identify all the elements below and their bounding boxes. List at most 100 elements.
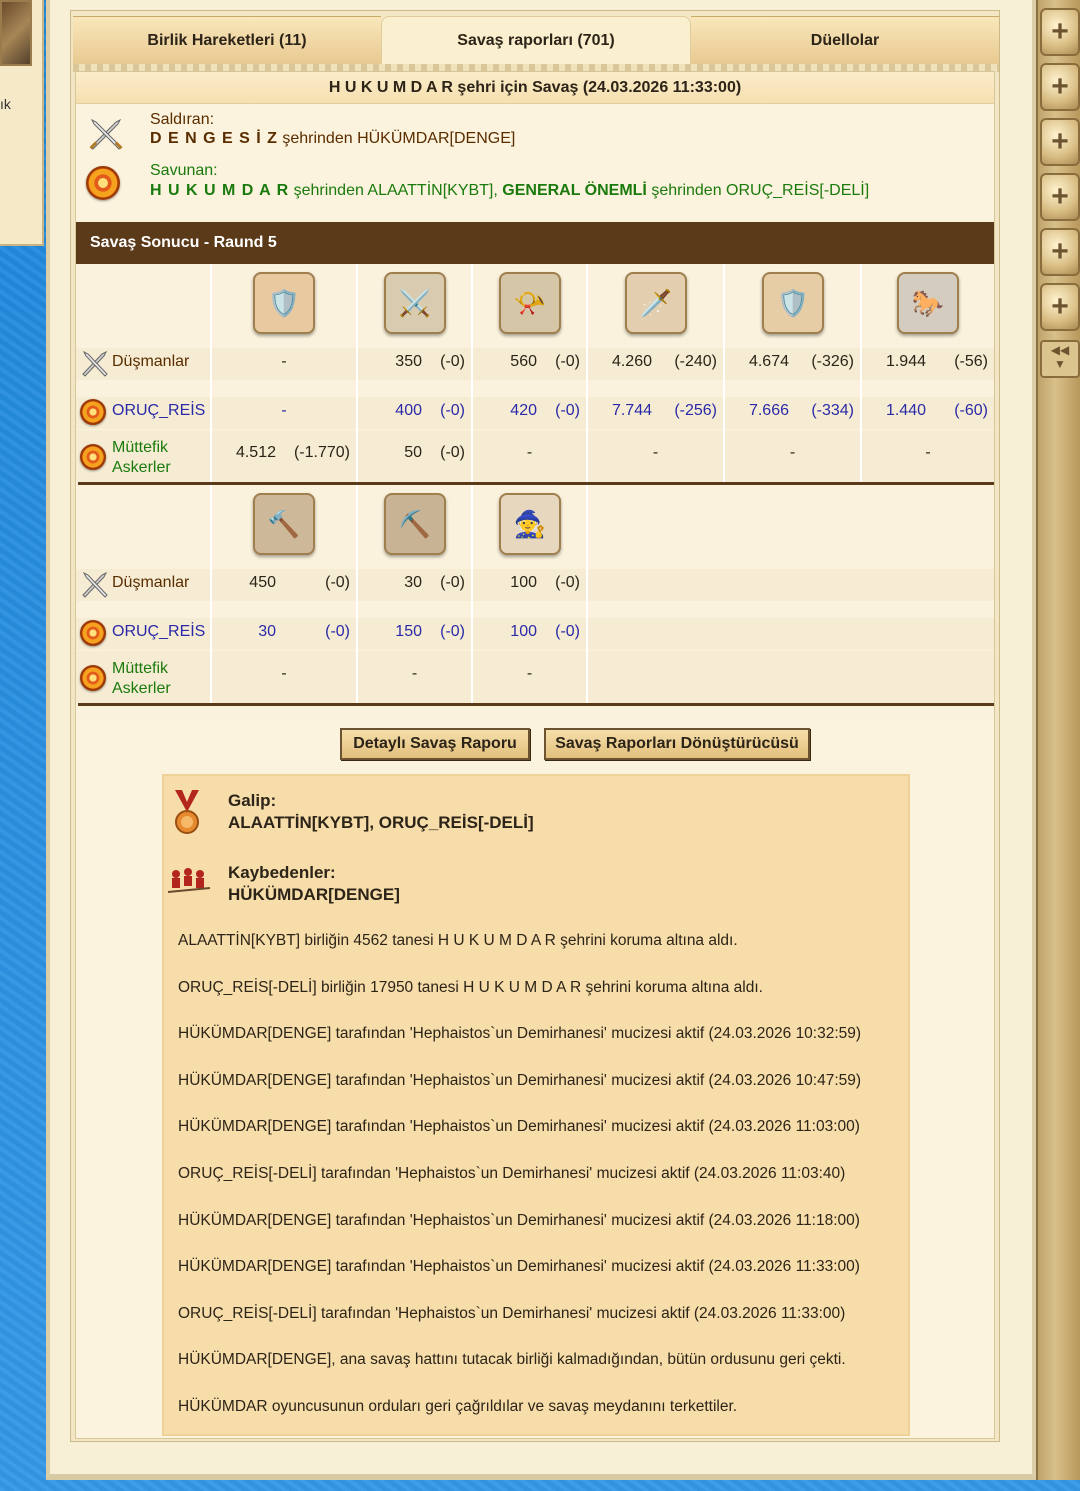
attacker-city-link[interactable]: D E N G E S İ Z (150, 130, 278, 147)
player-loss: (-0) (440, 623, 465, 640)
unit-portrait[interactable]: 🔨 (253, 493, 315, 555)
defender-player2-text[interactable]: şehrinden ORUÇ_REİS[-DELİ] (647, 182, 869, 199)
allies-row-label-line2: Askerler (112, 680, 171, 697)
allies-loss: (-0) (440, 444, 465, 461)
plus-icon: + (1051, 70, 1069, 103)
enemies-loss: (-0) (440, 353, 465, 370)
enemies-count: 1.944 (885, 353, 926, 370)
player-loss: (-334) (811, 402, 854, 419)
sidebar-plus-button[interactable]: + (1040, 63, 1080, 111)
block-divider (78, 703, 994, 706)
enemies-loss: (-0) (555, 353, 580, 370)
unit-portrait[interactable]: 🗡️ (625, 272, 687, 334)
plus-icon: + (1051, 235, 1069, 268)
enemies-loss: (-56) (954, 353, 988, 370)
allies-count: - (526, 444, 533, 461)
battle-log-line: ORUÇ_REİS[-DELİ] tarafından 'Hephaistos`… (178, 1304, 846, 1322)
report-window-inner: Birlik Hareketleri (11) Savaş raporları … (70, 10, 1000, 1442)
player-loss: (-0) (440, 402, 465, 419)
crossed-swords-icon (86, 114, 123, 150)
medal-icon (172, 790, 202, 836)
unit-portrait[interactable]: 🛡️ (762, 272, 824, 334)
enemies-count: 450 (249, 574, 276, 591)
allies-count: 4.512 (235, 444, 276, 461)
battle-log-line: ALAATTİN[KYBT] birliğin 4562 tanesi H U … (178, 932, 738, 949)
title-text: şehri için Savaş (24.03.2026 11:33:00) (452, 79, 742, 96)
detailed-report-button[interactable]: Detaylı Savaş Raporu (340, 728, 530, 760)
enemies-loss: (-326) (811, 353, 854, 370)
tab-battle-reports[interactable]: Savaş raporları (701) (381, 16, 691, 64)
tab-duels[interactable]: Düellolar (691, 16, 999, 64)
defender-heading: Savunan: (150, 162, 218, 179)
player-row-label[interactable]: ORUÇ_REİS (112, 623, 205, 641)
left-panel: ık (0, 0, 44, 246)
allies-row-label-line1: Müttefik (112, 660, 169, 677)
unit-portrait[interactable]: ⛏️ (384, 493, 446, 555)
player-loss: (-0) (555, 623, 580, 640)
sidebar-plus-button[interactable]: + (1040, 118, 1080, 166)
enemies-count: 4.674 (748, 353, 789, 370)
allies-count: - (925, 444, 931, 461)
battle-log-line: HÜKÜMDAR[DENGE] tarafından 'Hephaistos`u… (178, 1258, 860, 1276)
attacker-section: Saldıran: D E N G E S İ Z şehrinden HÜKÜ… (76, 106, 994, 158)
crossed-swords-icon (80, 569, 110, 599)
sidebar-plus-button[interactable]: + (1040, 228, 1080, 276)
attacker-heading: Saldıran: (150, 111, 215, 128)
winner-heading: Galip: (228, 791, 277, 810)
player-loss: (-0) (555, 402, 580, 419)
right-sidebar: + + + + + + ◀◀ ▼ (1036, 0, 1080, 1480)
report-window: Birlik Hareketleri (11) Savaş raporları … (46, 0, 1036, 1480)
unit-portrait[interactable]: 🧙 (499, 493, 561, 555)
player-count: 7.744 (611, 402, 652, 419)
allies-row-label-line2: Askerler (112, 459, 171, 476)
unit-portrait[interactable]: 📯 (499, 272, 561, 334)
double-chevron-left-icon: ◀◀ ▼ (1050, 343, 1070, 371)
player-loss: (-0) (325, 623, 350, 640)
attacker-player-text[interactable]: şehrinden HÜKÜMDAR[DENGE] (278, 130, 515, 147)
enemies-loss: (-0) (325, 574, 350, 591)
defender-shield-icon (86, 166, 122, 202)
player-loss: (-60) (954, 402, 988, 419)
allies-count: - (652, 444, 659, 461)
title-city[interactable]: H U K U M D A R (329, 79, 453, 96)
plus-icon: + (1051, 125, 1069, 158)
battle-log-line: HÜKÜMDAR[DENGE] tarafından 'Hephaistos`u… (178, 1071, 862, 1089)
city-thumbnail[interactable] (0, 0, 32, 66)
player-count: 30 (258, 623, 276, 640)
battle-report: H U K U M D A R şehri için Savaş (24.03.… (75, 71, 995, 1439)
plus-icon: + (1051, 15, 1069, 48)
allies-shield-icon (80, 665, 106, 691)
battle-log-line: HÜKÜMDAR[DENGE] tarafından 'Hephaistos`u… (178, 1118, 860, 1136)
defender-city-link[interactable]: H U K U M D A R (150, 182, 289, 199)
allies-count: - (526, 665, 533, 682)
battle-log-line: HÜKÜMDAR[DENGE] tarafından 'Hephaistos`u… (178, 1025, 862, 1043)
enemies-row-label: Düşmanlar (112, 353, 190, 370)
sidebar-collapse-button[interactable]: ◀◀ ▼ (1040, 340, 1080, 378)
enemies-loss: (-240) (674, 353, 717, 370)
defender-player-text[interactable]: şehrinden ALAATTİN[KYBT], (289, 182, 502, 199)
allies-count: - (789, 444, 796, 461)
allies-count: - (411, 665, 418, 682)
enemies-row-label: Düşmanlar (112, 574, 190, 591)
unit-portrait[interactable]: 🛡️ (253, 272, 315, 334)
result-bar: Savaş Sonucu - Raund 5 (76, 222, 994, 264)
loser-heading: Kaybedenler: (228, 863, 336, 882)
sidebar-plus-button[interactable]: + (1040, 8, 1080, 56)
sidebar-plus-button[interactable]: + (1040, 173, 1080, 221)
battle-log-line: HÜKÜMDAR[DENGE] tarafından 'Hephaistos`u… (178, 1211, 860, 1229)
loser-names: HÜKÜMDAR[DENGE] (228, 885, 400, 904)
allies-shield-icon (80, 444, 106, 470)
player-row-label[interactable]: ORUÇ_REİS (112, 402, 205, 420)
unit-portrait[interactable]: 🐎 (897, 272, 959, 334)
unit-portrait[interactable]: ⚔️ (384, 272, 446, 334)
sidebar-plus-button[interactable]: + (1040, 283, 1080, 331)
player-count: - (281, 402, 287, 419)
report-converter-button[interactable]: Savaş Raporları Dönüştürücüsü (544, 728, 810, 760)
tab-troop-movements[interactable]: Birlik Hareketleri (11) (73, 16, 381, 64)
unit-grid: 🛡️ ⚔️ 📯 🗡️ 🛡️ 🐎 Düşmanlar -350 (-0) 560 (-0) 4.260(… (76, 264, 994, 720)
column-divider (586, 485, 588, 703)
report-title: H U K U M D A R şehri için Savaş (24.03.… (76, 72, 994, 104)
defender-city2-link[interactable]: GENERAL ÖNEMLİ (502, 182, 647, 199)
battle-summary: Galip: ALAATTİN[KYBT], ORUÇ_REİS[-DELİ] … (162, 774, 910, 1436)
column-divider (356, 264, 358, 482)
